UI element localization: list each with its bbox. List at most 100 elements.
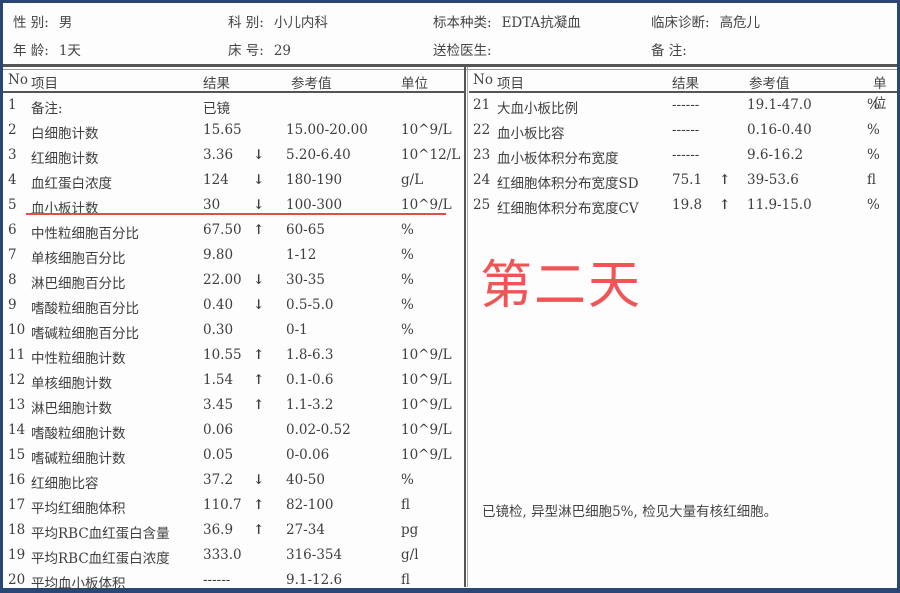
abnormal-flag: ↑ bbox=[253, 397, 265, 413]
test-name: 大血小板比例 bbox=[497, 101, 578, 117]
row-number: 15 bbox=[8, 447, 26, 463]
test-unit: fl bbox=[401, 497, 411, 513]
col-name: 项目 bbox=[31, 76, 58, 92]
table-row: 18 平均RBC血红蛋白含量 36.9 ↑ 27-34 pg bbox=[3, 518, 464, 543]
test-name: 嗜酸粒细胞百分比 bbox=[31, 301, 139, 317]
row-number: 4 bbox=[8, 172, 17, 188]
test-result: 1.54 bbox=[203, 372, 234, 388]
test-result: 19.8 bbox=[672, 197, 703, 213]
table-row: 11 中性粒细胞计数 10.55 ↑ 1.8-6.3 10^9/L bbox=[3, 343, 464, 368]
reference-range: 40-50 bbox=[286, 472, 325, 488]
column-divider bbox=[464, 67, 466, 587]
test-unit: fl bbox=[867, 172, 877, 188]
table-row: 25 红细胞体积分布宽度CV 19.8 ↑ 11.9-15.0% bbox=[469, 193, 897, 218]
doctor-field: 送检医生: bbox=[433, 39, 502, 59]
test-unit: % bbox=[401, 222, 414, 238]
test-name: 淋巴细胞百分比 bbox=[31, 276, 126, 292]
reference-range: 0.02-0.52 bbox=[286, 422, 351, 438]
test-unit: % bbox=[867, 197, 880, 213]
table-row: 23 血小板体积分布宽度 ------ 9.6-16.2% bbox=[469, 143, 897, 168]
test-name: 平均RBC血红蛋白含量 bbox=[31, 526, 170, 542]
reference-range: 30-35 bbox=[286, 272, 325, 288]
test-unit: fl bbox=[401, 572, 411, 588]
test-result: ------ bbox=[672, 97, 700, 113]
test-name: 血小板体积分布宽度 bbox=[497, 151, 619, 167]
table-row: 1 备注: 已镜 bbox=[3, 93, 464, 118]
test-result: 36.9 bbox=[203, 522, 234, 538]
reference-range: 39-53.6 bbox=[747, 172, 799, 188]
test-name: 平均红细胞体积 bbox=[31, 501, 126, 517]
table-row: 16 红细胞比容 37.2 ↓ 40-50% bbox=[3, 468, 464, 493]
test-name: 平均血小板体积 bbox=[31, 576, 126, 592]
test-unit: g/l bbox=[401, 547, 419, 563]
row-number: 16 bbox=[8, 472, 26, 488]
test-unit: % bbox=[401, 272, 414, 288]
test-name: 中性粒细胞百分比 bbox=[31, 226, 139, 242]
column-divider-thin bbox=[467, 67, 468, 587]
row-number: 2 bbox=[8, 122, 17, 138]
test-result: 37.2 bbox=[203, 472, 234, 488]
abnormal-flag: ↓ bbox=[253, 197, 265, 213]
test-unit: 10^9/L bbox=[401, 422, 452, 438]
test-result: 0.30 bbox=[203, 322, 234, 338]
row-number: 3 bbox=[8, 147, 17, 163]
row-number: 14 bbox=[8, 422, 26, 438]
notes-field: 备 注: bbox=[651, 39, 697, 59]
table-row: 6 中性粒细胞百分比 67.50 ↑ 60-65% bbox=[3, 218, 464, 243]
test-result: 124 bbox=[203, 172, 229, 188]
reference-range: 0-0.06 bbox=[286, 447, 330, 463]
test-unit: 10^9/L bbox=[401, 397, 452, 413]
test-unit: % bbox=[401, 322, 414, 338]
reference-range: 60-65 bbox=[286, 222, 325, 238]
reference-range: 100-300 bbox=[286, 197, 343, 213]
specimen-type-field: 标本种类: EDTA抗凝血 bbox=[433, 11, 581, 31]
test-result: 0.05 bbox=[203, 447, 234, 463]
reference-range: 9.6-16.2 bbox=[747, 147, 804, 163]
reference-range: 15.00-20.00 bbox=[286, 122, 368, 138]
col-no: No bbox=[473, 72, 493, 88]
department-label: 科 别: bbox=[228, 15, 264, 31]
table-row: 19 平均RBC血红蛋白浓度 333.0 316-354 g/l bbox=[3, 543, 464, 568]
abnormal-flag: ↓ bbox=[253, 297, 265, 313]
reference-range: 1-12 bbox=[286, 247, 317, 263]
row-number: 25 bbox=[473, 197, 491, 213]
specimen-type-value: EDTA抗凝血 bbox=[501, 15, 581, 31]
col-result: 结果 bbox=[672, 76, 699, 92]
abnormal-flag: ↓ bbox=[253, 472, 265, 488]
row-number: 13 bbox=[8, 397, 26, 413]
test-name: 嗜碱粒细胞计数 bbox=[31, 451, 126, 467]
row-number: 24 bbox=[473, 172, 491, 188]
test-result: ------ bbox=[203, 572, 231, 588]
table-row: 14 嗜酸粒细胞计数 0.06 0.02-0.52 10^9/L bbox=[3, 418, 464, 443]
doctor-label: 送检医生: bbox=[433, 43, 492, 59]
row-number: 7 bbox=[8, 247, 17, 263]
row-number: 8 bbox=[8, 272, 17, 288]
table-row: 13 淋巴细胞计数 3.45 ↑ 1.1-3.2 10^9/L bbox=[3, 393, 464, 418]
test-name: 单核细胞百分比 bbox=[31, 251, 126, 267]
bed-number-field: 床 号: 29 bbox=[228, 39, 291, 59]
test-unit: 10^9/L bbox=[401, 372, 452, 388]
test-name: 白细胞计数 bbox=[31, 126, 99, 142]
test-unit: % bbox=[401, 247, 414, 263]
test-result: 75.1 bbox=[672, 172, 703, 188]
row-number: 6 bbox=[8, 222, 17, 238]
diagnosis-label: 临床诊断: bbox=[651, 15, 710, 31]
highlight-underline bbox=[26, 213, 446, 215]
reference-range: 0-1 bbox=[286, 322, 308, 338]
test-result: 333.0 bbox=[203, 547, 242, 563]
row-number: 18 bbox=[8, 522, 26, 538]
test-unit: % bbox=[401, 297, 414, 313]
table-body-left: 1 备注: 已镜 2 白细胞计数 15.65 15.00-20.00 10^9/L 3 红细胞计数… bbox=[3, 93, 464, 593]
reference-range: 0.1-0.6 bbox=[286, 372, 334, 388]
test-name: 血小板比容 bbox=[497, 126, 565, 142]
row-number: 23 bbox=[473, 147, 491, 163]
abnormal-flag: ↓ bbox=[253, 272, 265, 288]
reference-range: 0.16-0.40 bbox=[747, 122, 812, 138]
test-result: 0.40 bbox=[203, 297, 234, 313]
test-unit: 10^9/L bbox=[401, 447, 452, 463]
col-result: 结果 bbox=[203, 76, 230, 92]
table-row: 8 淋巴细胞百分比 22.00 ↓ 30-35% bbox=[3, 268, 464, 293]
test-result: ------ bbox=[672, 147, 700, 163]
test-name: 红细胞比容 bbox=[31, 476, 99, 492]
reference-range: 316-354 bbox=[286, 547, 343, 563]
